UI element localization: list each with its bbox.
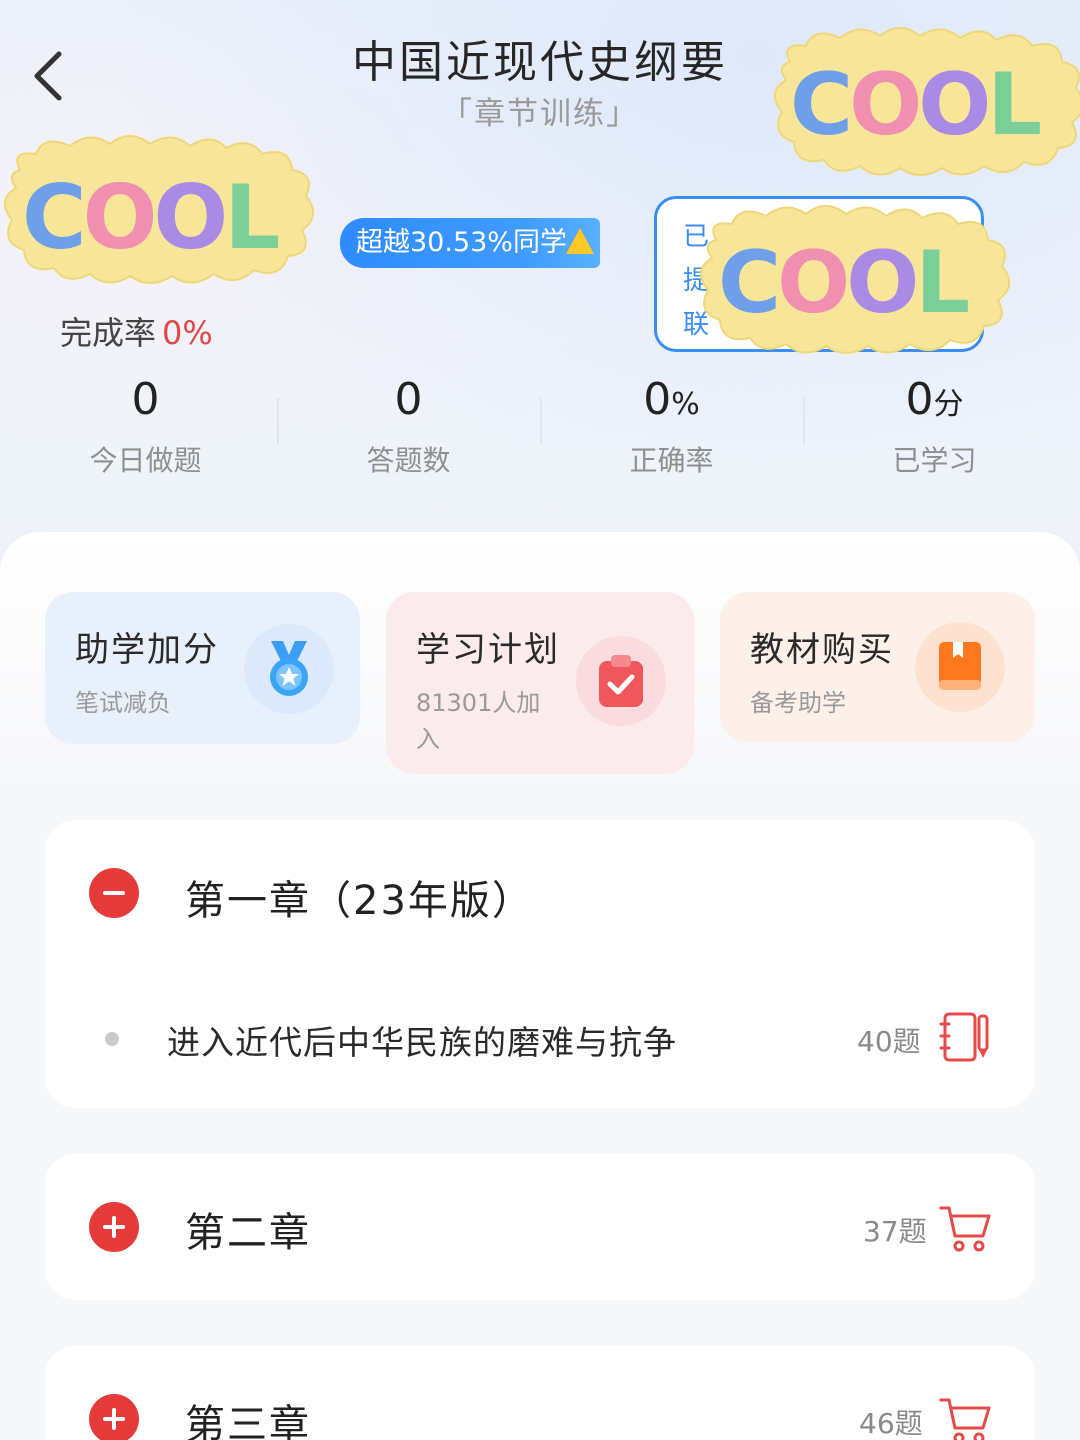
stat-unit: 分 (933, 387, 964, 422)
expand-button[interactable] (89, 1394, 139, 1440)
book-icon (915, 622, 1005, 712)
stat-label: 已学习 (892, 444, 977, 477)
chapter-card: 第三章 46题 (45, 1346, 1035, 1440)
stat-value: 0 (394, 374, 423, 425)
quick-action-study-plan[interactable]: 学习计划 81301人加入 (386, 592, 694, 774)
stat-today-questions: 0 今日做题 (14, 372, 277, 482)
medal-icon (244, 624, 334, 714)
chapter-title[interactable]: 第一章（23年版） (185, 868, 534, 926)
arrow-up-icon (566, 228, 594, 254)
completion-value: 0% (162, 314, 213, 352)
stat-value: 0 (905, 374, 934, 425)
svg-text:COOL: COOL (718, 233, 968, 333)
svg-text:COOL: COOL (22, 166, 278, 269)
notebook-pen-icon[interactable] (937, 1010, 991, 1064)
plus-icon (103, 1408, 125, 1430)
chapter-title[interactable]: 第二章 (185, 1200, 311, 1258)
stat-answered: 0 答题数 (277, 372, 540, 482)
stat-value: 0 (643, 374, 672, 425)
cool-sticker: COOL (774, 27, 1080, 176)
stat-unit: % (671, 387, 700, 422)
stat-studied: 0分 已学习 (803, 372, 1066, 482)
section-title[interactable]: 进入近代后中华民族的磨难与抗争 (167, 1016, 677, 1064)
stat-accuracy: 0% 正确率 (540, 372, 803, 482)
quick-action-subtitle: 81301人加入 (416, 689, 541, 753)
exceed-badge: 超越30.53%同学 (340, 218, 600, 268)
cool-sticker: COOL (4, 135, 314, 284)
cart-icon[interactable] (939, 1200, 993, 1254)
question-count: 40题 (857, 1025, 921, 1058)
quick-action-textbook[interactable]: 教材购买 备考助学 (720, 592, 1035, 742)
stat-value: 0 (131, 374, 160, 425)
svg-text:COOL: COOL (790, 55, 1040, 155)
minus-icon (103, 891, 125, 895)
completion-rate: 完成率 0% (60, 308, 213, 354)
chapter-card: 第一章（23年版） 进入近代后中华民族的磨难与抗争 40题 (45, 820, 1035, 1108)
exceed-badge-text: 超越30.53%同学 (356, 227, 567, 258)
stat-label: 正确率 (629, 444, 714, 477)
chapter-title[interactable]: 第三章 (185, 1392, 311, 1440)
chapter-card: 第二章 37题 (45, 1154, 1035, 1300)
collapse-button[interactable] (89, 868, 139, 918)
question-count: 37题 (863, 1215, 927, 1248)
question-count: 46题 (859, 1407, 923, 1440)
plus-icon (103, 1216, 125, 1238)
cool-sticker: COOL (700, 205, 1010, 354)
stat-label: 今日做题 (89, 444, 202, 477)
stats-row: 0 今日做题 0 答题数 0% 正确率 0分 已学习 (14, 372, 1066, 482)
cart-icon[interactable] (939, 1392, 993, 1440)
bullet-dot (105, 1032, 119, 1046)
stat-label: 答题数 (366, 444, 451, 477)
completion-label: 完成率 (60, 314, 157, 352)
quick-action-bonus[interactable]: 助学加分 笔试减负 (45, 592, 360, 744)
clipboard-check-icon (576, 636, 666, 726)
expand-button[interactable] (89, 1202, 139, 1252)
